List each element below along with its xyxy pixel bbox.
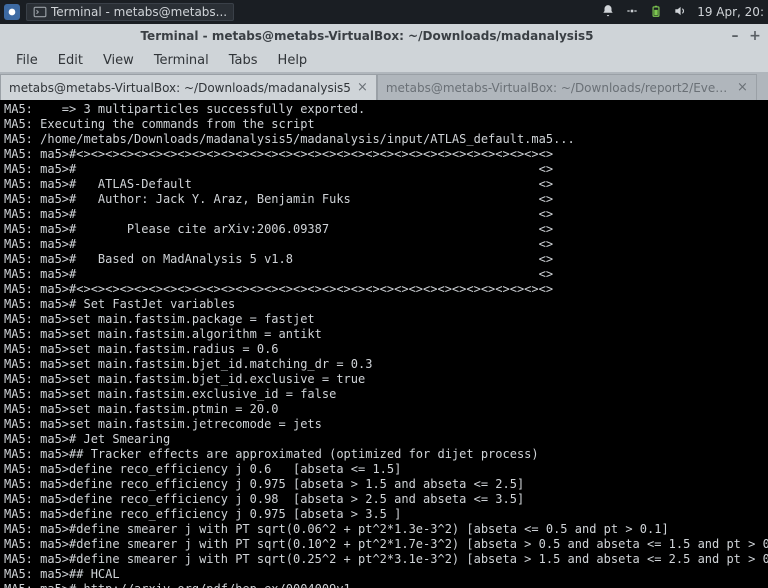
panel-left: Terminal - metabs@metabs... [4, 3, 234, 21]
system-panel: Terminal - metabs@metabs... 19 Apr, 20: [0, 0, 768, 24]
window-maximize-button[interactable]: + [748, 29, 762, 43]
menubar: File Edit View Terminal Tabs Help [0, 48, 768, 72]
terminal-line: MA5: ma5># ATLAS-Default <> [4, 177, 764, 192]
terminal-tab-inactive[interactable]: metabs@metabs-VirtualBox: ~/Downloads/re… [377, 74, 757, 100]
menu-terminal[interactable]: Terminal [146, 51, 217, 70]
terminal-line: MA5: ma5>define reco_efficiency j 0.98 [… [4, 492, 764, 507]
volume-icon[interactable] [673, 4, 687, 21]
panel-right: 19 Apr, 20: [601, 4, 764, 21]
whisker-menu-icon[interactable] [4, 4, 20, 20]
terminal-line: MA5: ma5>set main.fastsim.bjet_id.matchi… [4, 357, 764, 372]
terminal-line: MA5: ma5># Jet Smearing [4, 432, 764, 447]
terminal-line: MA5: ma5>#<><><><><><><><><><><><><><><>… [4, 282, 764, 297]
terminal-line: MA5: ma5>## Tracker effects are approxim… [4, 447, 764, 462]
terminal-line: MA5: /home/metabs/Downloads/madanalysis5… [4, 132, 764, 147]
window-minimize-button[interactable]: – [728, 29, 742, 43]
terminal-line: MA5: ma5>set main.fastsim.bjet_id.exclus… [4, 372, 764, 387]
network-icon[interactable] [625, 4, 639, 21]
terminal-line: MA5: ma5>#define smearer j with PT sqrt(… [4, 552, 764, 567]
terminal-line: MA5: ma5># <> [4, 162, 764, 177]
close-icon[interactable]: × [737, 80, 748, 95]
terminal-output[interactable]: MA5: => 3 multiparticles successfully ex… [0, 100, 768, 588]
terminal-line: MA5: ma5>#<><><><><><><><><><><><><><><>… [4, 147, 764, 162]
terminal-line: MA5: ma5>## HCAL [4, 567, 764, 582]
terminal-line: MA5: ma5>#define smearer j with PT sqrt(… [4, 522, 764, 537]
menu-help[interactable]: Help [270, 51, 316, 70]
menu-edit[interactable]: Edit [50, 51, 91, 70]
terminal-line: MA5: ma5># Author: Jack Y. Araz, Benjami… [4, 192, 764, 207]
terminal-line: MA5: ma5>define reco_efficiency j 0.975 … [4, 507, 764, 522]
battery-icon[interactable] [649, 4, 663, 21]
terminal-line: MA5: ma5>set main.fastsim.jetrecomode = … [4, 417, 764, 432]
clock-label[interactable]: 19 Apr, 20: [697, 5, 764, 19]
terminal-line: MA5: ma5># http://arxiv.org/pdf/hep-ex/0… [4, 582, 764, 588]
terminal-line: MA5: ma5># Please cite arXiv:2006.09387 … [4, 222, 764, 237]
window-buttons: – + [728, 29, 762, 43]
terminal-line: MA5: ma5># <> [4, 207, 764, 222]
tab-label: metabs@metabs-VirtualBox: ~/Downloads/re… [386, 81, 731, 95]
terminal-line: MA5: ma5>define reco_efficiency j 0.6 [a… [4, 462, 764, 477]
taskbar-item-label: Terminal - metabs@metabs... [51, 5, 227, 19]
tabbar: metabs@metabs-VirtualBox: ~/Downloads/ma… [0, 72, 768, 100]
terminal-line: MA5: Executing the commands from the scr… [4, 117, 764, 132]
terminal-window: Terminal - metabs@metabs-VirtualBox: ~/D… [0, 24, 768, 588]
terminal-line: MA5: ma5>set main.fastsim.radius = 0.6 [4, 342, 764, 357]
terminal-line: MA5: => 3 multiparticles successfully ex… [4, 102, 764, 117]
terminal-icon [33, 5, 47, 19]
terminal-line: MA5: ma5>set main.fastsim.package = fast… [4, 312, 764, 327]
taskbar-item-terminal[interactable]: Terminal - metabs@metabs... [26, 3, 234, 21]
terminal-tab-active[interactable]: metabs@metabs-VirtualBox: ~/Downloads/ma… [0, 74, 377, 100]
terminal-line: MA5: ma5>define reco_efficiency j 0.975 … [4, 477, 764, 492]
close-icon[interactable]: × [357, 80, 368, 95]
tab-label: metabs@metabs-VirtualBox: ~/Downloads/ma… [9, 81, 351, 95]
window-titlebar[interactable]: Terminal - metabs@metabs-VirtualBox: ~/D… [0, 24, 768, 48]
terminal-line: MA5: ma5># <> [4, 237, 764, 252]
terminal-line: MA5: ma5># <> [4, 267, 764, 282]
terminal-line: MA5: ma5>#define smearer j with PT sqrt(… [4, 537, 764, 552]
terminal-line: MA5: ma5>set main.fastsim.exclusive_id =… [4, 387, 764, 402]
menu-tabs[interactable]: Tabs [221, 51, 266, 70]
terminal-line: MA5: ma5>set main.fastsim.ptmin = 20.0 [4, 402, 764, 417]
window-title: Terminal - metabs@metabs-VirtualBox: ~/D… [6, 29, 728, 43]
terminal-line: MA5: ma5># Based on MadAnalysis 5 v1.8 <… [4, 252, 764, 267]
notification-icon[interactable] [601, 4, 615, 21]
terminal-line: MA5: ma5># Set FastJet variables [4, 297, 764, 312]
terminal-line: MA5: ma5>set main.fastsim.algorithm = an… [4, 327, 764, 342]
menu-view[interactable]: View [95, 51, 142, 70]
menu-file[interactable]: File [8, 51, 46, 70]
